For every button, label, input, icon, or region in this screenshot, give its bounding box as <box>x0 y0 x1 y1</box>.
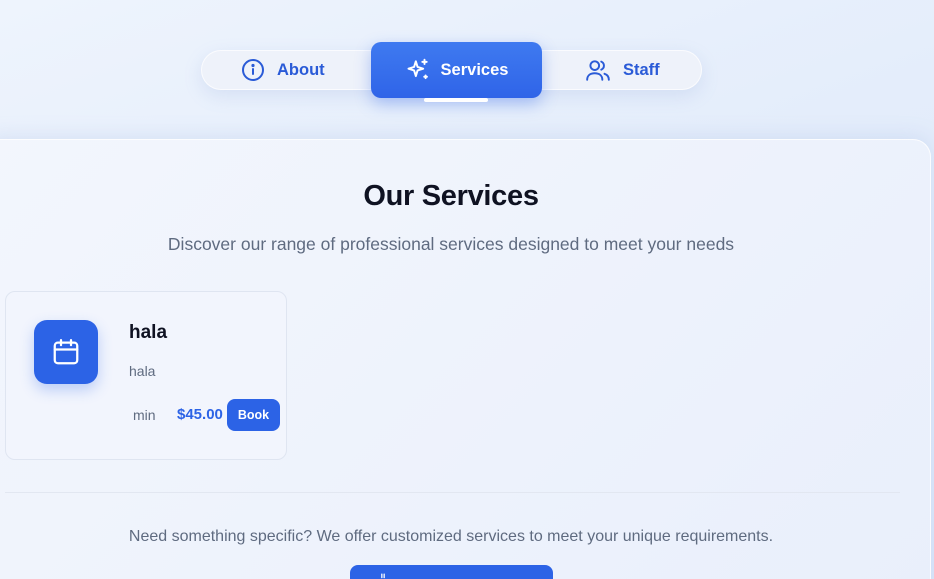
users-icon <box>585 57 611 83</box>
tab-services[interactable]: Services <box>371 42 542 98</box>
book-button[interactable]: Book <box>227 399 280 431</box>
tab-about[interactable]: About <box>241 56 325 84</box>
page-title: Our Services <box>363 180 539 212</box>
divider <box>5 492 900 493</box>
service-description: hala <box>129 363 156 379</box>
calendar-icon <box>34 320 98 384</box>
service-duration: min <box>133 407 156 423</box>
tab-staff-label: Staff <box>623 60 660 79</box>
button-icon <box>376 573 390 579</box>
service-price: $45.00 <box>177 406 223 423</box>
custom-services-text: Need something specific? We offer custom… <box>128 528 774 545</box>
active-tab-indicator <box>424 98 488 102</box>
info-icon <box>241 58 265 82</box>
tab-about-label: About <box>277 60 325 79</box>
sparkles-icon <box>405 57 431 83</box>
page-subtitle: Discover our range of professional servi… <box>167 234 735 254</box>
tab-services-label: Services <box>440 60 509 79</box>
tab-staff[interactable]: Staff <box>585 56 660 84</box>
custom-service-button[interactable] <box>350 565 553 579</box>
service-name: hala <box>129 322 168 343</box>
